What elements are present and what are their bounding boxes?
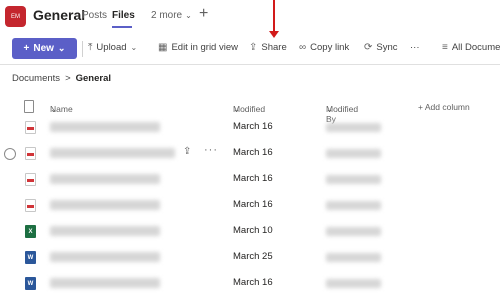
more-actions-button[interactable]: ···	[410, 42, 420, 53]
table-row[interactable]: X March 10	[0, 220, 500, 246]
upload-button[interactable]: ⤒ Upload ⌄	[88, 42, 137, 53]
column-headers: Name ⌄ Modified ⌄ Modified By ⌄ + Add co…	[0, 100, 500, 124]
file-name-redacted[interactable]	[50, 252, 160, 262]
active-tab-indicator	[112, 26, 132, 28]
copy-link-button[interactable]: ∞ Copy link	[299, 42, 349, 53]
tab-more[interactable]: 2 more ⌄	[151, 10, 192, 21]
pdf-file-icon	[25, 199, 36, 212]
breadcrumb: Documents > General	[12, 73, 111, 84]
breadcrumb-separator: >	[65, 73, 71, 84]
chevron-down-icon: ⌄	[326, 104, 334, 114]
file-type-column-icon[interactable]	[24, 100, 34, 113]
share-button[interactable]: ⇪ Share	[249, 42, 287, 53]
modified-date: March 10	[233, 225, 273, 236]
modified-by-redacted	[326, 149, 381, 158]
new-button[interactable]: + New ⌄	[12, 38, 77, 59]
modified-date: March 16	[233, 277, 273, 288]
chevron-down-icon: ⌄	[130, 43, 138, 52]
file-name-redacted[interactable]	[50, 122, 160, 132]
file-name-redacted[interactable]	[50, 278, 160, 288]
file-name-redacted[interactable]	[50, 200, 160, 210]
sync-icon: ⟳	[364, 42, 373, 53]
pdf-file-icon	[25, 147, 36, 160]
excel-file-icon: X	[25, 225, 36, 238]
table-row[interactable]: March 16	[0, 116, 500, 142]
modified-date: March 16	[233, 121, 273, 132]
tab-files[interactable]: Files	[112, 10, 135, 21]
modified-by-redacted	[326, 227, 381, 236]
file-name-redacted[interactable]	[50, 174, 160, 184]
link-icon: ∞	[299, 42, 307, 53]
channel-header: EM General Posts Files 2 more ⌄ +	[0, 0, 500, 34]
pdf-file-icon	[25, 121, 36, 134]
modified-date: March 16	[233, 147, 273, 158]
view-selector-label: All Documents	[451, 42, 500, 53]
channel-title: General	[33, 7, 86, 23]
tab-more-label: 2 more	[151, 10, 183, 21]
grid-icon: ▦	[158, 42, 168, 53]
table-row[interactable]: W March 16	[0, 272, 500, 298]
modified-date: March 16	[233, 173, 273, 184]
file-name-redacted[interactable]	[50, 226, 160, 236]
annotation-arrow-shaft	[273, 0, 275, 33]
modified-by-redacted	[326, 123, 381, 132]
upload-label: Upload	[96, 42, 127, 53]
add-column-button[interactable]: + Add column	[418, 102, 470, 112]
toolbar-divider	[82, 41, 83, 57]
modified-by-redacted	[326, 175, 381, 184]
share-icon: ⇪	[249, 42, 258, 53]
view-list-icon: ≡	[442, 42, 448, 53]
toolbar-divider-line	[0, 64, 500, 65]
sync-label: Sync	[376, 42, 398, 53]
new-button-label: New	[33, 43, 54, 54]
view-selector[interactable]: ≡ All Documents	[442, 42, 500, 53]
sync-button[interactable]: ⟳ Sync	[364, 42, 398, 53]
share-label: Share	[261, 42, 287, 53]
share-icon[interactable]: ⇪	[183, 146, 191, 157]
team-avatar[interactable]: EM	[5, 6, 26, 27]
command-bar: + New ⌄ ⤒ Upload ⌄ ▦ Edit in grid view ⇪…	[0, 36, 500, 60]
modified-by-redacted	[326, 279, 381, 288]
modified-date: March 25	[233, 251, 273, 262]
more-icon: ···	[410, 42, 420, 53]
pdf-file-icon	[25, 173, 36, 186]
table-row[interactable]: ⇪ ··· March 16	[0, 142, 500, 168]
plus-icon: +	[23, 43, 30, 54]
more-icon[interactable]: ···	[204, 144, 218, 156]
table-row[interactable]: March 16	[0, 194, 500, 220]
breadcrumb-documents[interactable]: Documents	[12, 73, 60, 84]
modified-date: March 16	[233, 199, 273, 210]
modified-by-redacted	[326, 201, 381, 210]
table-row[interactable]: March 16	[0, 168, 500, 194]
word-file-icon: W	[25, 251, 36, 264]
file-name-redacted[interactable]	[50, 148, 175, 158]
chevron-down-icon: ⌄	[233, 104, 241, 114]
word-file-icon: W	[25, 277, 36, 290]
add-tab-button[interactable]: +	[199, 5, 208, 23]
chevron-down-icon: ⌄	[185, 11, 192, 20]
table-row[interactable]: W March 25	[0, 246, 500, 272]
edit-grid-view-button[interactable]: ▦ Edit in grid view	[158, 42, 238, 53]
chevron-down-icon: ⌄	[50, 104, 58, 114]
copy-link-label: Copy link	[310, 42, 350, 53]
edit-grid-label: Edit in grid view	[171, 42, 238, 53]
modified-by-redacted	[326, 253, 381, 262]
row-select-radio[interactable]	[4, 148, 16, 160]
chevron-down-icon: ⌄	[57, 43, 66, 53]
breadcrumb-current: General	[75, 73, 112, 84]
upload-icon: ⤒	[88, 42, 93, 53]
tab-posts[interactable]: Posts	[82, 10, 107, 21]
